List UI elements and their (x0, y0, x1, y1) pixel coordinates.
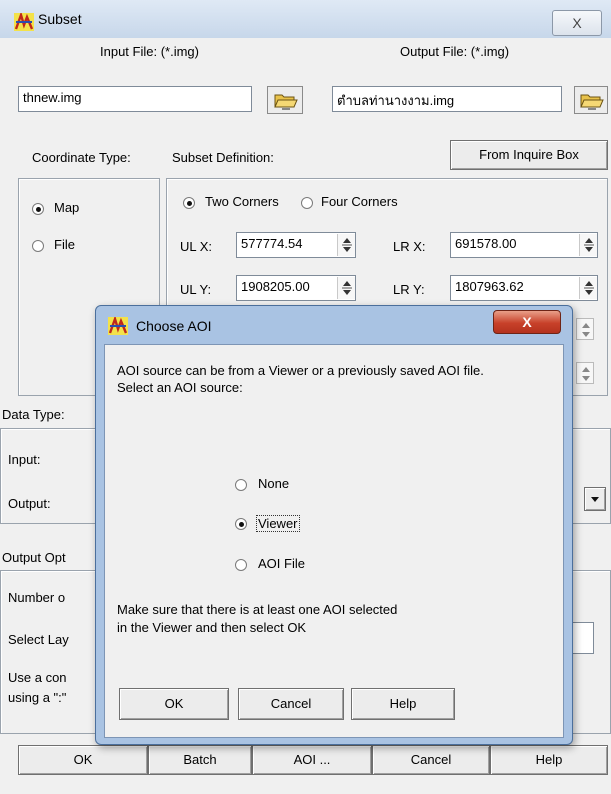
erdas-app-icon (14, 13, 34, 31)
lrx-value: 691578.00 (455, 236, 517, 251)
lrx-spinner[interactable] (579, 234, 597, 256)
lry-input[interactable]: 1807963.62 (450, 275, 598, 301)
aoi-file-radio[interactable] (235, 559, 247, 571)
aoi-button[interactable]: AOI ... (252, 745, 372, 775)
two-corners-radio[interactable] (183, 197, 195, 209)
help-button[interactable]: Help (490, 745, 608, 775)
title-bar[interactable]: Subset X (0, 0, 611, 38)
close-icon: X (572, 15, 582, 31)
map-radio[interactable] (32, 203, 44, 215)
coordinate-type-label: Coordinate Type: (32, 150, 131, 165)
none-radio[interactable] (235, 479, 247, 491)
hidden-spinner[interactable] (576, 318, 594, 340)
hidden-spinner[interactable] (576, 362, 594, 384)
ulx-value: 577774.54 (241, 236, 303, 251)
aoi-help-button[interactable]: Help (351, 688, 455, 720)
aoi-ok-button[interactable]: OK (119, 688, 229, 720)
lry-label: LR Y: (393, 282, 425, 297)
spinner-arrows-icon (342, 281, 352, 295)
close-icon: X (522, 314, 532, 330)
chevron-down-icon (591, 497, 599, 502)
uly-value: 1908205.00 (241, 279, 310, 294)
uly-label: UL Y: (180, 282, 212, 297)
lrx-label: LR X: (393, 239, 426, 254)
ulx-spinner[interactable] (337, 234, 355, 256)
erdas-app-icon (108, 317, 128, 335)
number-of-label: Number o (8, 590, 66, 605)
aoi-intro-line2: Select an AOI source: (117, 380, 243, 395)
output-options-label: Output Opt (2, 550, 66, 565)
input-browse-button[interactable] (267, 86, 303, 114)
output-browse-button[interactable] (574, 86, 608, 114)
ulx-label: UL X: (180, 239, 213, 254)
subset-definition-label: Subset Definition: (172, 150, 274, 165)
aoi-note-line2: in the Viewer and then select OK (117, 620, 307, 635)
none-radio-label: None (258, 476, 290, 491)
data-output-label: Output: (8, 496, 51, 511)
input-file-label: Input File: (*.img) (100, 44, 199, 59)
lry-spinner[interactable] (579, 277, 597, 299)
lrx-input[interactable]: 691578.00 (450, 232, 598, 258)
spinner-arrows-icon (584, 281, 594, 295)
aoi-dialog-body: AOI source can be from a Viewer or a pre… (104, 344, 564, 738)
lry-value: 1807963.62 (455, 279, 524, 294)
uly-input[interactable]: 1908205.00 (236, 275, 356, 301)
spinner-arrows-icon (584, 238, 594, 252)
data-input-label: Input: (8, 452, 41, 467)
aoi-dialog-title: Choose AOI (136, 318, 212, 334)
four-corners-radio[interactable] (301, 197, 313, 209)
folder-icon (580, 94, 604, 110)
aoi-intro-line1: AOI source can be from a Viewer or a pre… (117, 363, 484, 378)
map-radio-label: Map (54, 200, 80, 215)
use-comma-label: Use a con (8, 670, 67, 685)
spinner-arrows-icon (582, 323, 590, 337)
file-radio[interactable] (32, 240, 44, 252)
using-colon-label: using a ":" (8, 690, 67, 705)
cancel-button[interactable]: Cancel (372, 745, 490, 775)
from-inquire-box-button[interactable]: From Inquire Box (450, 140, 608, 170)
aoi-close-button[interactable]: X (493, 310, 561, 334)
viewer-radio-label: Viewer (256, 515, 300, 532)
output-type-dropdown-button[interactable] (584, 487, 606, 511)
four-corners-label: Four Corners (321, 194, 398, 209)
select-layers-label: Select Lay (8, 632, 69, 647)
uly-spinner[interactable] (337, 277, 355, 299)
output-file-field[interactable]: ตำบลท่านางงาม.img (332, 86, 562, 112)
viewer-radio[interactable] (235, 518, 247, 530)
close-button[interactable]: X (552, 10, 602, 36)
two-corners-label: Two Corners (205, 194, 279, 209)
aoi-title-bar[interactable]: Choose AOI X (96, 306, 572, 344)
folder-icon (274, 94, 298, 110)
file-radio-label: File (54, 237, 75, 252)
spinner-arrows-icon (342, 238, 352, 252)
batch-button[interactable]: Batch (148, 745, 252, 775)
data-type-label: Data Type: (2, 407, 65, 422)
aoi-cancel-button[interactable]: Cancel (238, 688, 344, 720)
ulx-input[interactable]: 577774.54 (236, 232, 356, 258)
spinner-arrows-icon (582, 367, 590, 381)
aoi-note-line1: Make sure that there is at least one AOI… (117, 602, 398, 617)
input-file-field[interactable]: thnew.img (18, 86, 252, 112)
choose-aoi-dialog: Choose AOI X AOI source can be from a Vi… (95, 305, 573, 745)
ok-button[interactable]: OK (18, 745, 148, 775)
aoi-file-radio-label: AOI File (258, 556, 305, 571)
output-file-label: Output File: (*.img) (400, 44, 510, 59)
window-title: Subset (38, 11, 82, 27)
